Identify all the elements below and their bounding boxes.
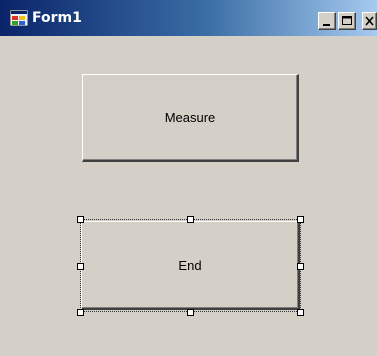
- resize-handle-top[interactable]: [187, 216, 194, 223]
- resize-handle-bottom-right[interactable]: [297, 309, 304, 316]
- resize-handle-top-right[interactable]: [297, 216, 304, 223]
- resize-handle-top-left[interactable]: [77, 216, 84, 223]
- end-button-label: End: [178, 257, 202, 273]
- resize-handle-left[interactable]: [77, 263, 84, 270]
- maximize-icon: [342, 16, 352, 25]
- resize-handle-bottom[interactable]: [187, 309, 194, 316]
- resize-handle-right[interactable]: [297, 263, 304, 270]
- title-bar[interactable]: Form1: [0, 0, 377, 36]
- measure-button-label: Measure: [164, 110, 216, 125]
- minimize-icon: [323, 24, 330, 26]
- maximize-button[interactable]: [338, 12, 356, 30]
- minimize-button[interactable]: [318, 12, 336, 30]
- form-window: Form1 Measure End: [0, 0, 377, 356]
- measure-button[interactable]: Measure: [82, 74, 299, 162]
- window-title: Form1: [32, 10, 82, 26]
- resize-handle-bottom-left[interactable]: [77, 309, 84, 316]
- form-icon[interactable]: [9, 9, 29, 27]
- close-button[interactable]: [362, 12, 377, 30]
- close-icon: [365, 16, 374, 26]
- end-button[interactable]: End: [81, 221, 300, 310]
